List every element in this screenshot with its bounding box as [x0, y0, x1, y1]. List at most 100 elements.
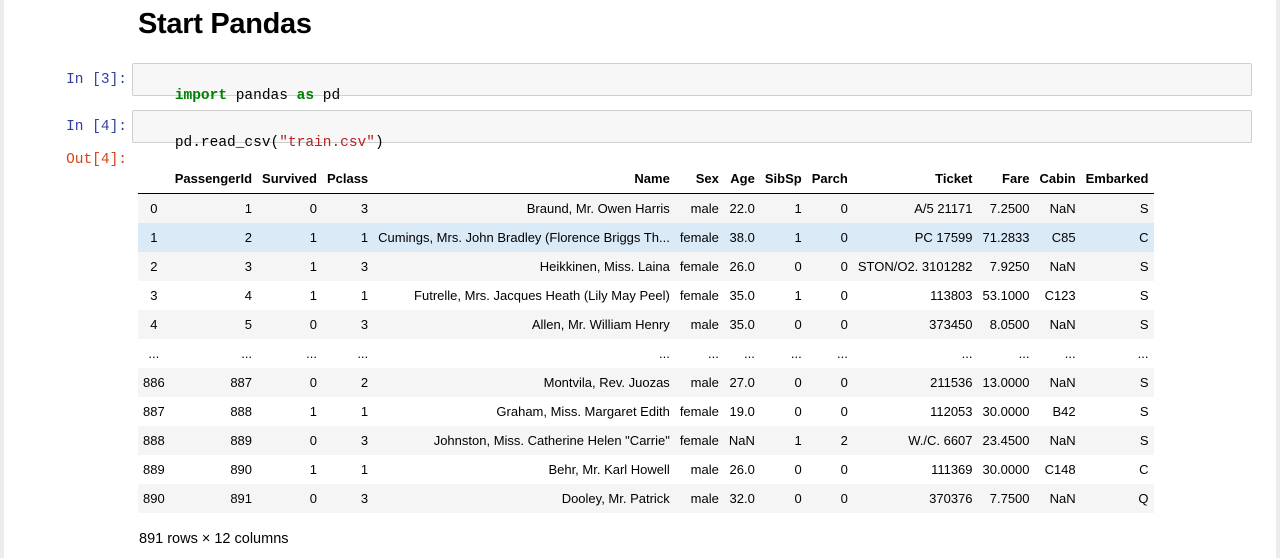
cell-3-prompt: In [3]: [66, 72, 127, 88]
table-cell: 1 [244, 201, 253, 216]
table-cell: 1 [360, 230, 369, 245]
table-row: 888 889 0 3 Johnston, Miss. Catherine Helen … [138, 426, 1154, 455]
table-row: 3 4 1 1 Futrelle, Mrs. Jacques Heath (Lily M… [138, 281, 1154, 310]
column-header: Age [730, 171, 755, 186]
table-cell: 5 [244, 317, 253, 332]
table-cell: 1 [309, 230, 317, 245]
notebook-heading: Start Pandas [138, 8, 312, 40]
code-token: pd [314, 88, 341, 104]
table-cell: 0 [794, 491, 802, 506]
table-cell: 3 [360, 317, 369, 332]
table-cell: 370376 [929, 491, 973, 506]
column-header: Fare [1002, 171, 1030, 186]
table-cell: ... [1064, 346, 1076, 361]
table-cell: male [690, 375, 719, 390]
code-token: as [296, 88, 315, 104]
table-cell: 2 [360, 375, 369, 390]
table-cell: 113803 [930, 288, 973, 303]
row-index-cell: 887 [143, 404, 165, 419]
column-header: Parch [811, 171, 848, 186]
table-cell: 0 [840, 404, 848, 419]
table-cell: S [1139, 317, 1149, 332]
column-header: Ticket [935, 171, 973, 186]
row-index-cell: 886 [143, 375, 165, 390]
column-header: Survived [262, 171, 317, 186]
table-row: ....................................... [138, 339, 1154, 368]
table-cell: Montvila, Rev. Juozas [543, 375, 670, 390]
table-cell: 887 [230, 375, 253, 390]
column-header: Cabin [1039, 171, 1076, 186]
row-index-cell: ... [148, 346, 160, 361]
table-cell: 3 [360, 491, 369, 506]
row-index-cell: 2 [150, 259, 158, 274]
table-cell: C123 [1044, 288, 1076, 303]
table-cell: 0 [840, 462, 848, 477]
table-cell: 13.0000 [982, 375, 1030, 390]
code-cell-3[interactable]: import pandas as pd [132, 63, 1252, 104]
table-cell: 0 [840, 288, 848, 303]
table-cell: Dooley, Mr. Patrick [561, 491, 670, 506]
table-cell: S [1139, 404, 1149, 419]
table-cell: S [1139, 259, 1149, 274]
table-cell: female [679, 433, 719, 448]
table-cell: 1 [794, 433, 802, 448]
table-cell: 0 [794, 259, 802, 274]
table-cell: 26.0 [729, 462, 755, 477]
table-cell: ... [961, 346, 973, 361]
table-cell: C148 [1044, 462, 1076, 477]
table-cell: 30.0000 [982, 462, 1030, 477]
table-cell: 0 [309, 375, 317, 390]
table-cell: 112053 [930, 404, 973, 419]
table-cell: W./C. 6607 [908, 433, 973, 448]
table-cell: NaN [1049, 259, 1076, 274]
table-cell: NaN [1049, 317, 1076, 332]
table-cell: 891 [230, 491, 253, 506]
table-cell: 35.0 [729, 288, 755, 303]
table-cell: Allen, Mr. William Henry [531, 317, 670, 332]
table-cell: STON/O2. 3101282 [857, 259, 973, 274]
table-cell: ... [837, 346, 848, 361]
table-cell: Cumings, Mrs. John Bradley (Florence Bri… [378, 230, 670, 245]
table-cell: 0 [840, 259, 848, 274]
table-cell: 0 [309, 491, 317, 506]
table-cell: male [690, 201, 719, 216]
table-cell: 1 [309, 259, 317, 274]
table-cell: ... [1137, 346, 1149, 361]
table-cell: 1 [794, 201, 802, 216]
table-cell: NaN [1049, 433, 1076, 448]
row-index-cell: 3 [150, 288, 158, 303]
table-cell: ... [658, 346, 670, 361]
table-cell: C [1139, 230, 1149, 245]
table-cell: 1 [309, 462, 317, 477]
code-token: import [174, 88, 228, 104]
table-cell: 0 [840, 230, 848, 245]
table-cell: S [1139, 201, 1149, 216]
table-cell: 1 [794, 230, 802, 245]
table-cell: 0 [794, 404, 802, 419]
table-cell: 0 [840, 201, 848, 216]
table-cell: 1 [360, 462, 369, 477]
table-cell: 1 [309, 404, 317, 419]
table-cell: 889 [230, 433, 253, 448]
row-index-cell: 1 [150, 230, 158, 245]
column-header: Pclass [326, 171, 369, 186]
table-cell: 26.0 [729, 259, 755, 274]
table-cell: B42 [1052, 404, 1076, 419]
table-cell: 373450 [929, 317, 973, 332]
table-cell: NaN [728, 433, 755, 448]
table-row: 887 888 1 1 Graham, Miss. Margaret Edith fema… [138, 397, 1154, 426]
table-cell: 0 [309, 433, 317, 448]
table-cell: ... [708, 346, 719, 361]
table-row: 1 2 1 1 Cumings, Mrs. John Bradley (Florence… [138, 223, 1154, 252]
table-cell: 3 [360, 201, 369, 216]
table-row: 889 890 1 1 Behr, Mr. Karl Howell male 26.0 0 0 1… [138, 455, 1154, 484]
row-index-cell: 889 [143, 462, 165, 477]
table-cell: 0 [840, 491, 848, 506]
table-cell: 32.0 [729, 491, 755, 506]
code-cell-4[interactable]: pd.read_csv("train.csv") [132, 110, 1252, 151]
table-cell: 3 [244, 259, 253, 274]
table-cell: 0 [840, 317, 848, 332]
table-cell: 7.7500 [989, 491, 1030, 506]
table-cell: 0 [309, 201, 317, 216]
table-cell: ... [306, 346, 317, 361]
